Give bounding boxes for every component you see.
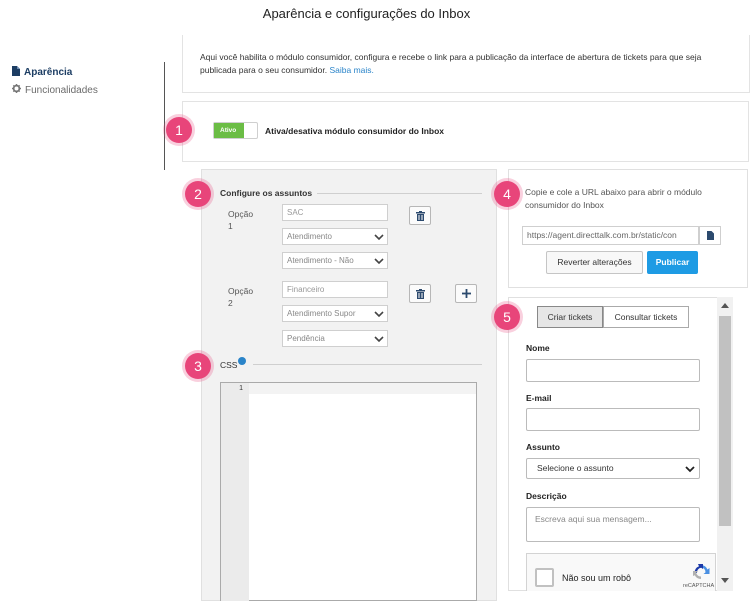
subject-select[interactable]: Selecione o assunto [526, 458, 700, 479]
trash-icon [415, 210, 425, 221]
step-badge-3: 3 [185, 353, 211, 379]
email-input[interactable] [526, 408, 700, 431]
select-value: Pendência [287, 334, 325, 343]
select-value: Selecione o assunto [537, 463, 614, 473]
step-badge-4: 4 [494, 181, 520, 207]
sidebar-item-label: Funcionalidades [25, 84, 98, 96]
document-icon [12, 65, 20, 79]
line-number: 1 [239, 385, 243, 392]
option-2-name-input[interactable]: Financeiro [282, 281, 388, 298]
chevron-down-icon [374, 258, 384, 265]
select-value: Atendimento [287, 232, 332, 241]
step-badge-2: 2 [185, 181, 211, 207]
subjects-title: Configure os assuntos [220, 188, 313, 198]
tab-consultar-tickets[interactable]: Consultar tickets [603, 306, 689, 328]
recaptcha-brand: reCAPTCHA [683, 583, 715, 589]
url-description: Copie e cole a URL abaixo para abrir o m… [525, 187, 702, 210]
sidebar-item-aparencia[interactable]: Aparência [12, 63, 98, 81]
delete-option-2-button[interactable] [409, 284, 431, 303]
toggle-state-label: Ativo [214, 123, 244, 138]
url-input[interactable]: https://agent.directtalk.com.br/static/c… [522, 226, 699, 245]
copy-icon [706, 231, 714, 240]
revert-button[interactable]: Reverter alterações [546, 251, 643, 274]
tab-criar-tickets[interactable]: Criar tickets [537, 306, 603, 328]
gear-icon [12, 84, 21, 96]
sidebar-item-funcionalidades[interactable]: Funcionalidades [12, 81, 98, 99]
description-textarea[interactable]: Escreva aqui sua mensagem... [526, 507, 700, 542]
chevron-down-icon [374, 311, 384, 318]
captcha-label: Não sou um robô [562, 573, 632, 583]
chevron-down-icon [374, 336, 384, 343]
learn-more-link[interactable]: Saiba mais. [330, 65, 374, 75]
chevron-down-icon [374, 234, 384, 241]
option-1-label: Opção 1 [228, 209, 254, 231]
sidebar-item-label: Aparência [24, 66, 73, 78]
select-value: Atendimento Supor [287, 309, 356, 318]
option-2-select-b[interactable]: Pendência [282, 330, 388, 347]
sidebar-nav: Aparência Funcionalidades [12, 63, 98, 99]
trash-icon [415, 288, 425, 299]
toggle-label: Ativa/desativa módulo consumidor do Inbo… [265, 126, 444, 136]
publish-button[interactable]: Publicar [647, 251, 698, 274]
captcha-checkbox[interactable] [535, 568, 554, 587]
option-1-select-b[interactable]: Atendimento - Não [282, 252, 388, 269]
chevron-down-icon [685, 466, 695, 473]
name-input[interactable] [526, 359, 700, 382]
option-1-select-a[interactable]: Atendimento [282, 228, 388, 245]
page-title: Aparência e configurações do Inbox [262, 6, 471, 21]
scroll-up-icon[interactable] [721, 303, 729, 308]
module-toggle[interactable]: Ativo [213, 122, 258, 139]
editor-active-line [249, 383, 476, 394]
editor-gutter: 1 [221, 383, 249, 601]
css-divider [253, 364, 482, 365]
delete-option-1-button[interactable] [409, 206, 431, 225]
add-option-button[interactable] [455, 284, 477, 303]
scrollbar-thumb[interactable] [719, 316, 731, 526]
help-icon[interactable] [238, 357, 246, 365]
copy-url-button[interactable] [699, 226, 721, 245]
info-text: Aqui você habilita o módulo consumidor, … [200, 51, 730, 77]
sidebar-divider [164, 62, 165, 170]
description-label: Descrição [526, 491, 567, 501]
option-1-name-input[interactable]: SAC [282, 204, 388, 221]
subjects-divider [317, 193, 482, 194]
select-value: Atendimento - Não [287, 256, 354, 265]
step-badge-5: 5 [494, 304, 520, 330]
option-2-label: Opção 2 [228, 286, 254, 308]
textarea-placeholder: Escreva aqui sua mensagem... [535, 514, 652, 524]
info-description: Aqui você habilita o módulo consumidor, … [200, 52, 702, 75]
css-editor[interactable]: 1 [220, 382, 477, 601]
plus-icon [461, 289, 471, 298]
step-badge-1: 1 [166, 117, 192, 143]
css-title: CSS [220, 360, 238, 370]
option-2-select-a[interactable]: Atendimento Supor [282, 305, 388, 322]
subject-label: Assunto [526, 442, 560, 452]
name-label: Nome [526, 343, 550, 353]
email-label: E-mail [526, 393, 552, 403]
scroll-down-icon[interactable] [721, 578, 729, 583]
